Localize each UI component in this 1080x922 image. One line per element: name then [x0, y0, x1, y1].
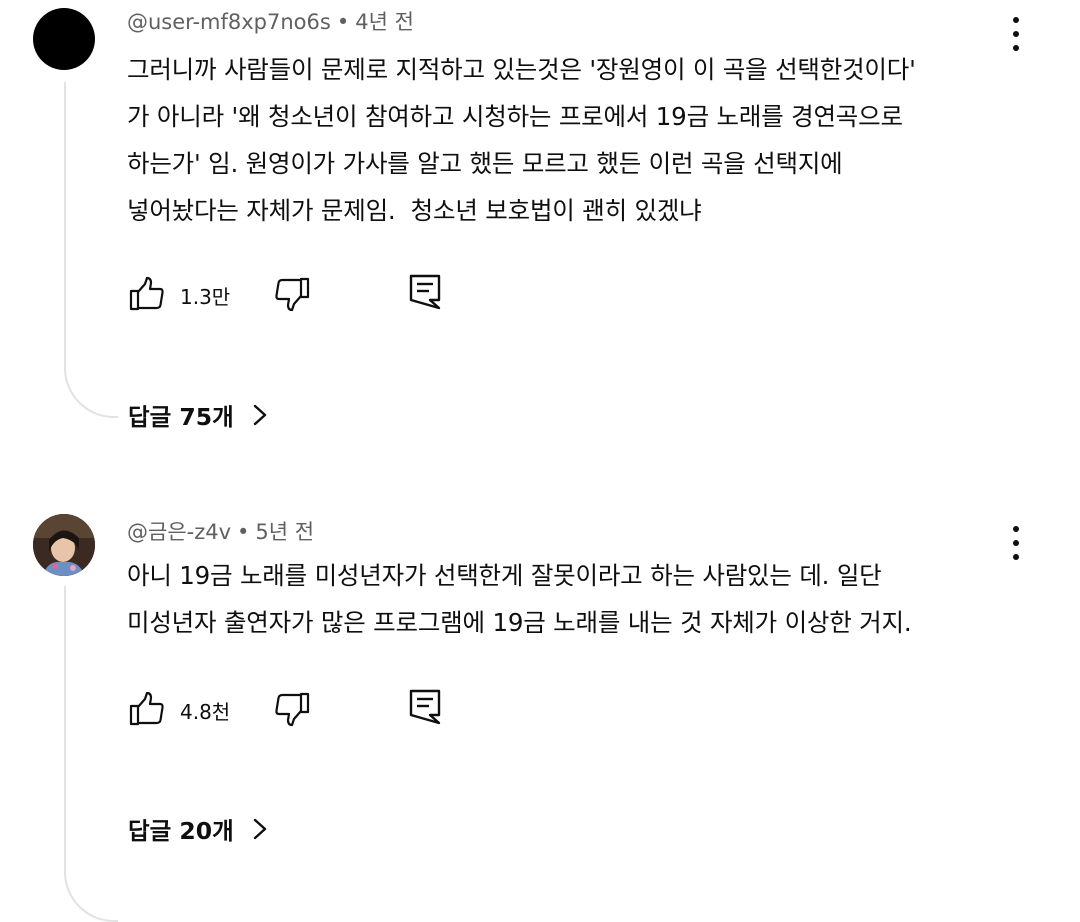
comment-meta: @user-mf8xp7no6s • 4년 전 [127, 6, 414, 36]
reply-button[interactable] [408, 688, 442, 726]
comment-time[interactable]: 5년 전 [255, 520, 314, 544]
dislike-button[interactable] [273, 275, 311, 313]
chevron-right-icon [253, 404, 266, 426]
comment-item: @금은-z4v • 5년 전 아니 19금 노래를 미성년자가 선택한게 잘못이라고… [0, 490, 1080, 922]
replies-count-label: 답글 75개 [128, 403, 234, 431]
like-count: 1.3만 [180, 285, 231, 309]
like-button[interactable] [128, 690, 166, 728]
thumbs-up-icon [129, 276, 164, 311]
thread-line [64, 82, 118, 418]
comment-item: @user-mf8xp7no6s • 4년 전 그러니까 사람들이 문제로 지적하고… [0, 0, 1080, 440]
view-replies-button[interactable]: 답글 20개 [128, 812, 268, 846]
view-replies-button[interactable]: 답글 75개 [128, 398, 268, 432]
more-options-button[interactable] [1006, 526, 1026, 560]
like-count: 4.8천 [180, 700, 231, 724]
meta-separator: • [237, 520, 250, 544]
comment-author[interactable]: @금은-z4v [127, 520, 231, 544]
more-vertical-icon [1013, 17, 1019, 23]
comment-meta: @금은-z4v • 5년 전 [127, 516, 314, 546]
dislike-button[interactable] [273, 690, 311, 728]
like-button[interactable] [128, 275, 166, 313]
more-vertical-icon-dot [1013, 31, 1019, 37]
thread-line [64, 586, 118, 922]
comment-text: 아니 19금 노래를 미성년자가 선택한게 잘못이라고 하는 사람있는 데. 일… [127, 561, 912, 637]
chevron-right-icon [253, 818, 266, 840]
reply-comment-icon [409, 689, 441, 725]
comment-time[interactable]: 4년 전 [355, 10, 414, 34]
more-vertical-icon-dot [1013, 554, 1019, 560]
thumbs-down-icon [275, 692, 310, 727]
reply-button[interactable] [408, 273, 442, 311]
replies-count-label: 답글 20개 [128, 817, 234, 845]
comment-actions: 4.8천 [128, 686, 468, 730]
avatar[interactable] [33, 514, 95, 576]
comment-text: 그러니까 사람들이 문제로 지적하고 있는것은 '장원영이 이 곡을 선택한것이… [127, 55, 916, 225]
more-vertical-icon-dot [1013, 540, 1019, 546]
thumbs-down-icon [275, 277, 310, 312]
avatar[interactable] [33, 8, 95, 70]
reply-comment-icon [409, 274, 441, 310]
comment-author[interactable]: @user-mf8xp7no6s [127, 10, 331, 34]
thumbs-up-icon [129, 691, 164, 726]
comment-actions: 1.3만 [128, 271, 468, 315]
meta-separator: • [336, 10, 350, 34]
more-vertical-icon [1013, 526, 1019, 532]
